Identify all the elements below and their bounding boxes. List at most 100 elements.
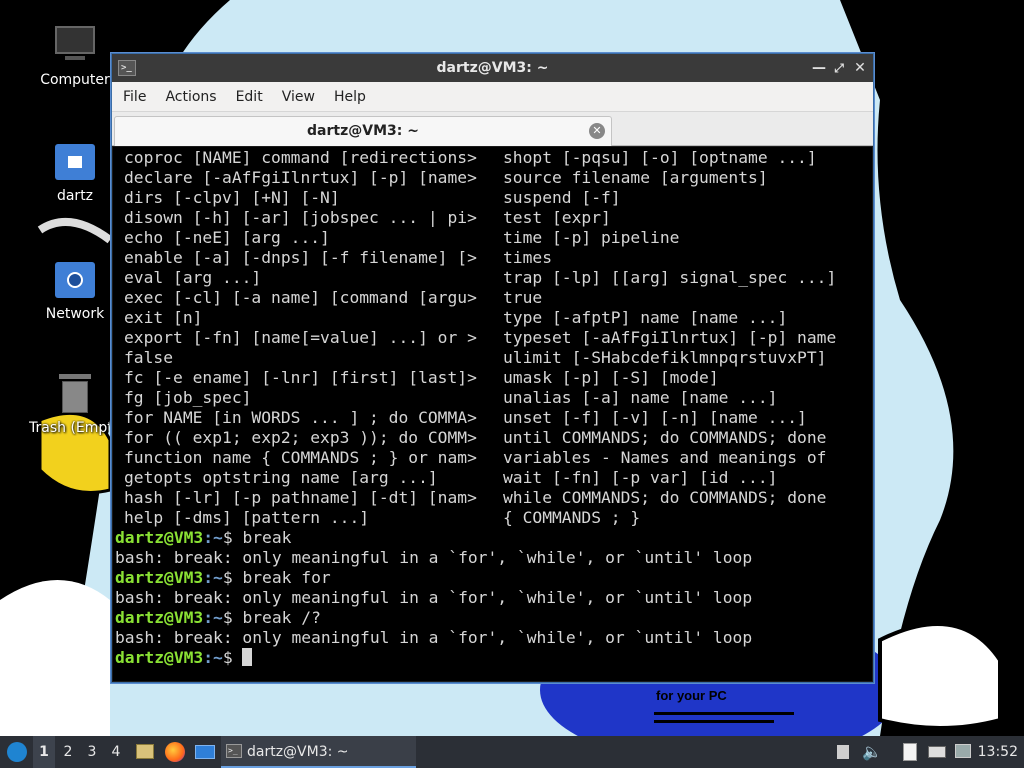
help-entry: exit [n] — [124, 308, 203, 327]
network-folder-icon — [53, 258, 97, 302]
menu-actions[interactable]: Actions — [158, 89, 223, 105]
terminal-window[interactable]: >_ dartz@VM3: ~ — ⤢ ✕ File Actions Edit … — [111, 53, 874, 683]
help-entry: hash [-lr] [-p pathname] [-dt] [nam> — [124, 488, 477, 507]
workspace-3[interactable]: 3 — [81, 736, 103, 768]
tab-label: dartz@VM3: ~ — [307, 123, 419, 139]
close-button[interactable]: ✕ — [850, 58, 870, 78]
prompt-user: dartz@VM3 — [115, 528, 204, 547]
taskbar: 1 2 3 4 >_ dartz@VM3: ~ 🔈 13:52 — [0, 736, 1024, 768]
help-entry: variables - Names and meanings of — [502, 448, 827, 467]
help-row: coproc [NAME] command [redirections> shop… — [124, 148, 872, 168]
help-entry: disown [-h] [-ar] [jobspec ... | pi> — [124, 208, 477, 227]
current-prompt-line[interactable]: dartz@VM3:~$ — [113, 648, 872, 668]
help-row: exec [-cl] [-a name] [command [argu> true — [124, 288, 872, 308]
help-row: disown [-h] [-ar] [jobspec ... | pi> test… — [124, 208, 872, 228]
minimize-button[interactable]: — — [809, 58, 829, 78]
help-row: enable [-a] [-dnps] [-f filename] [> time… — [124, 248, 872, 268]
help-entry: exec [-cl] [-a name] [command [argu> — [124, 288, 477, 307]
prompt-path: :~ — [203, 568, 223, 587]
desktop-icon-label: dartz — [56, 188, 94, 204]
firefox-launcher[interactable] — [163, 736, 187, 768]
window-titlebar[interactable]: >_ dartz@VM3: ~ — ⤢ ✕ — [112, 54, 873, 82]
help-row: for (( exp1; exp2; exp3 )); do COMM> unti… — [124, 428, 872, 448]
taskbar-terminal-task[interactable]: >_ dartz@VM3: ~ — [221, 736, 416, 768]
lubuntu-logo-icon — [7, 742, 27, 762]
command-output: bash: break: only meaningful in a `for',… — [115, 548, 753, 567]
tab-bar: dartz@VM3: ~ ✕ — [112, 112, 873, 146]
maximize-icon: ⤢ — [834, 61, 844, 75]
prompt-user: dartz@VM3 — [115, 648, 204, 667]
maximize-button[interactable]: ⤢ — [829, 58, 849, 78]
computer-icon — [53, 24, 97, 68]
terminal-output[interactable]: coproc [NAME] command [redirections> shop… — [113, 147, 872, 681]
command-line: dartz@VM3:~$ break /? — [113, 608, 872, 628]
help-entry: time [-p] pipeline — [502, 228, 680, 247]
volume-icon: 🔈 — [862, 742, 882, 761]
help-entry: ulimit [-SHabcdefiklmnpqrstuvxPT] — [502, 348, 827, 367]
text-cursor — [242, 648, 253, 666]
desktop-icon-home-folder[interactable]: dartz — [25, 140, 125, 204]
help-entry: while COMMANDS; do COMMANDS; done — [502, 488, 827, 507]
network-button[interactable] — [952, 736, 974, 768]
show-desktop-button[interactable] — [193, 736, 217, 768]
prompt-sign: $ — [222, 568, 243, 587]
menu-help[interactable]: Help — [327, 89, 373, 105]
workspace-1[interactable]: 1 — [33, 736, 55, 768]
menu-file[interactable]: File — [116, 89, 153, 105]
workspace-2[interactable]: 2 — [57, 736, 79, 768]
file-manager-launcher[interactable] — [134, 736, 156, 768]
workspace-4[interactable]: 4 — [105, 736, 127, 768]
prompt-sign: $ — [222, 648, 243, 667]
help-entry: typeset [-aAfFgiIlnrtux] [-p] name — [502, 328, 837, 347]
help-row: false ulimit [-SHabcdefiklmnpqrstuvxPT] — [124, 348, 872, 368]
help-row: exit [n] type [-afptP] name [name ...] — [124, 308, 872, 328]
help-entry: for (( exp1; exp2; exp3 )); do COMM> — [124, 428, 477, 447]
clipboard-icon — [903, 743, 917, 761]
help-entry: getopts optstring name [arg ...] — [124, 468, 438, 487]
desktop-icon-label: Computer — [40, 72, 110, 88]
volume-button[interactable]: 🔈 — [862, 736, 884, 768]
help-entry: true — [502, 288, 543, 307]
task-label: dartz@VM3: ~ — [247, 744, 349, 760]
help-entry: shopt [-pqsu] [-o] [optname ...] — [502, 148, 817, 167]
firefox-icon — [165, 742, 185, 762]
prompt-path: :~ — [203, 648, 223, 667]
trash-icon — [53, 372, 97, 416]
help-row: export [-fn] [name[=value] ...] or > type… — [124, 328, 872, 348]
desktop-icon-trash[interactable]: Trash (Empty) — [25, 372, 125, 436]
help-entry: dirs [-clpv] [+N] [-N] — [124, 188, 340, 207]
help-entry: trap [-lp] [[arg] signal_spec ...] — [502, 268, 837, 287]
window-title: dartz@VM3: ~ — [436, 60, 549, 76]
help-row: getopts optstring name [arg ...] wait [-f… — [124, 468, 872, 488]
menu-edit[interactable]: Edit — [229, 89, 270, 105]
keyboard-button[interactable] — [926, 736, 948, 768]
help-entry: false — [124, 348, 174, 367]
clock[interactable]: 13:52 — [978, 736, 1018, 768]
desktop-icon-computer[interactable]: Computer — [25, 24, 125, 88]
clipboard-button[interactable] — [900, 736, 920, 768]
help-row: eval [arg ...] trap [-lp] [[arg] signal_s… — [124, 268, 872, 288]
desktop-icon-network[interactable]: Network — [25, 258, 125, 322]
prompt-sign: $ — [222, 528, 243, 547]
help-entry: export [-fn] [name[=value] ...] or > — [124, 328, 477, 347]
help-listing: coproc [NAME] command [redirections> shop… — [113, 148, 872, 528]
tab-close-icon[interactable]: ✕ — [589, 123, 605, 139]
help-entry: echo [-neE] [arg ...] — [124, 228, 330, 247]
prompt-path: :~ — [203, 528, 223, 547]
command-text: break — [242, 528, 292, 547]
help-entry: times — [502, 248, 552, 267]
tab-terminal[interactable]: dartz@VM3: ~ ✕ — [114, 116, 612, 146]
terminal-task-icon: >_ — [226, 744, 242, 758]
menu-view[interactable]: View — [275, 89, 322, 105]
command-line: dartz@VM3:~$ break — [113, 528, 872, 548]
command-output: bash: break: only meaningful in a `for',… — [115, 588, 753, 607]
start-menu-button[interactable] — [4, 736, 30, 768]
file-manager-icon — [136, 744, 154, 759]
help-entry: until COMMANDS; do COMMANDS; done — [502, 428, 827, 447]
close-icon: ✕ — [854, 60, 866, 76]
prompt-user: dartz@VM3 — [115, 608, 204, 627]
tray-arrow-button[interactable] — [836, 736, 850, 768]
help-row: echo [-neE] [arg ...] time [-p] pipeline — [124, 228, 872, 248]
command-line: dartz@VM3:~$ break for — [113, 568, 872, 588]
command-output: bash: break: only meaningful in a `for',… — [115, 628, 753, 647]
